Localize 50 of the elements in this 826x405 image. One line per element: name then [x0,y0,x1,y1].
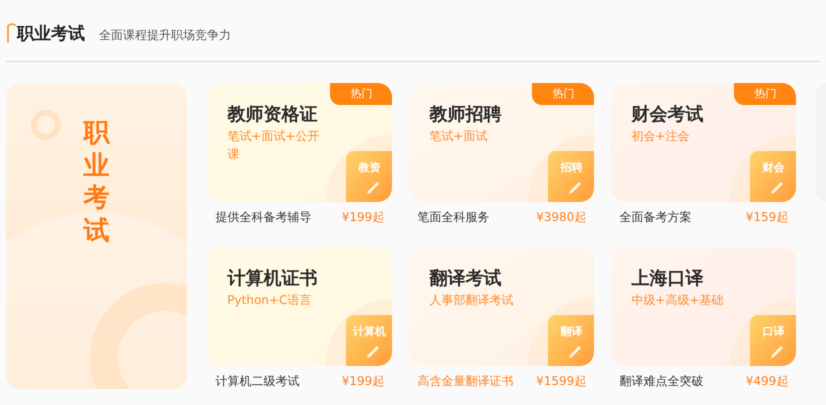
icon-label: 财会 [762,160,784,176]
pencil-icon [568,344,582,358]
price: ¥199起 [342,373,384,390]
card-subtitle: 初会+注会 [631,128,690,145]
pencil-icon [366,180,380,194]
card-title: 翻译考试 [429,267,502,291]
section-title: 职业考试 [17,22,85,46]
pencil-icon [366,344,380,358]
pencil-icon [770,344,784,358]
card-caption: 笔面全科服务 [417,209,490,226]
price: ¥499起 [746,373,788,390]
ring-decoration [31,110,61,140]
pencil-icon [770,180,784,194]
icon-label: 翻译 [560,324,582,340]
card-title: 计算机证书 [227,267,318,291]
section-subtitle: 全面课程提升职场竞争力 [99,26,231,44]
banner-title: 职业考试 [84,117,110,247]
card-title: 财会考试 [631,103,704,127]
card-caption: 翻译难点全突破 [619,373,704,390]
price: ¥3980起 [536,209,586,226]
price: ¥199起 [342,209,384,226]
course-card[interactable]: 翻译考试 人事部翻译考试 翻译 [409,247,594,366]
card-caption: 计算机二级考试 [215,373,300,390]
course-card[interactable]: 上海口译 中级+高级+基础 口译 [611,247,796,366]
course-card[interactable]: 计算机证书 Python+C语言 计算机 [207,247,392,366]
icon-label: 教资 [358,160,380,176]
card-caption: 全面备考方案 [619,209,692,226]
card-title: 教师资格证 [227,103,318,127]
course-card[interactable]: 热门 财会考试 初会+注会 财会 [611,83,796,202]
hot-badge: 热门 [330,83,392,105]
price: ¥159起 [746,209,788,226]
card-subtitle: 人事部翻译考试 [429,292,514,309]
card-subtitle: 中级+高级+基础 [631,292,724,309]
price: ¥1599起 [536,373,586,390]
book-icon [6,22,16,44]
card-caption: 高含金量翻译证书 [417,373,514,390]
card-title: 教师招聘 [429,103,502,127]
hot-badge: 热门 [532,83,594,105]
course-card[interactable]: 热门 教师资格证 笔试+面试+公开课 教资 [207,83,392,202]
icon-label: 计算机 [352,324,386,340]
course-card[interactable]: 热门 教师招聘 笔试+面试 招聘 [409,83,594,202]
pencil-icon [568,180,582,194]
card-title: 上海口译 [631,267,704,291]
card-caption: 提供全科备考辅导 [215,209,312,226]
card-subtitle: Python+C语言 [227,292,312,309]
card-subtitle: 笔试+面试 [429,128,488,145]
icon-label: 招聘 [560,160,582,176]
hot-badge: 热门 [734,83,796,105]
icon-label: 口译 [762,324,784,340]
card-subtitle: 笔试+面试+公开课 [227,128,320,163]
